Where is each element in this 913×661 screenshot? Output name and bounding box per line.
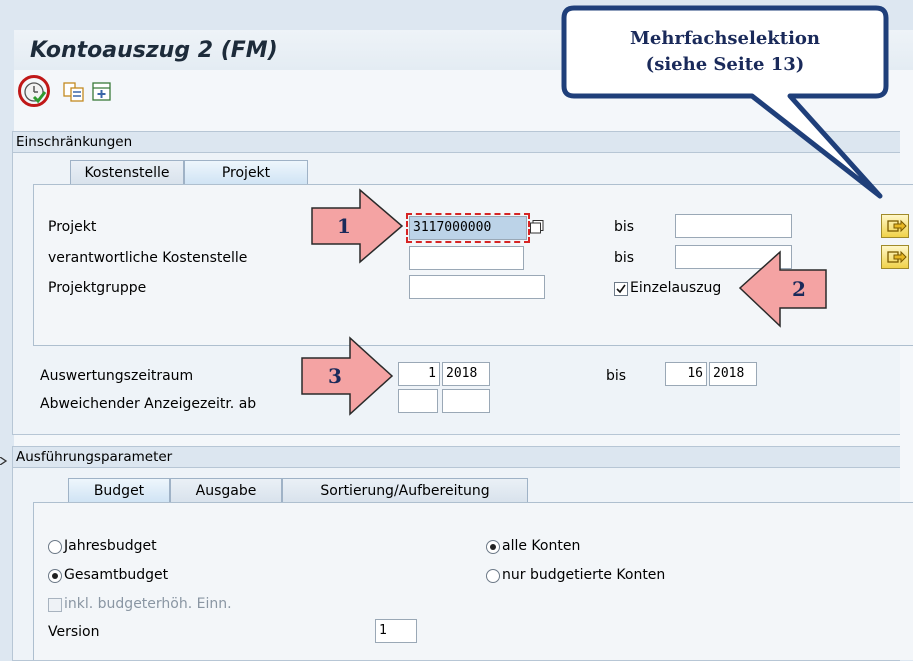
arrow-3: [301, 336, 394, 416]
arrow-1: [311, 188, 404, 264]
arrow-2-number: 2: [792, 277, 806, 301]
arrow-3-number: 3: [328, 364, 342, 388]
arrow-1-number: 1: [337, 214, 351, 238]
callout-line-2: (siehe Seite 13): [645, 54, 805, 75]
arrow-2: [738, 250, 827, 328]
annotation-overlay: [301, 5, 889, 416]
callout-line-1: Mehrfachselektion: [630, 28, 820, 49]
